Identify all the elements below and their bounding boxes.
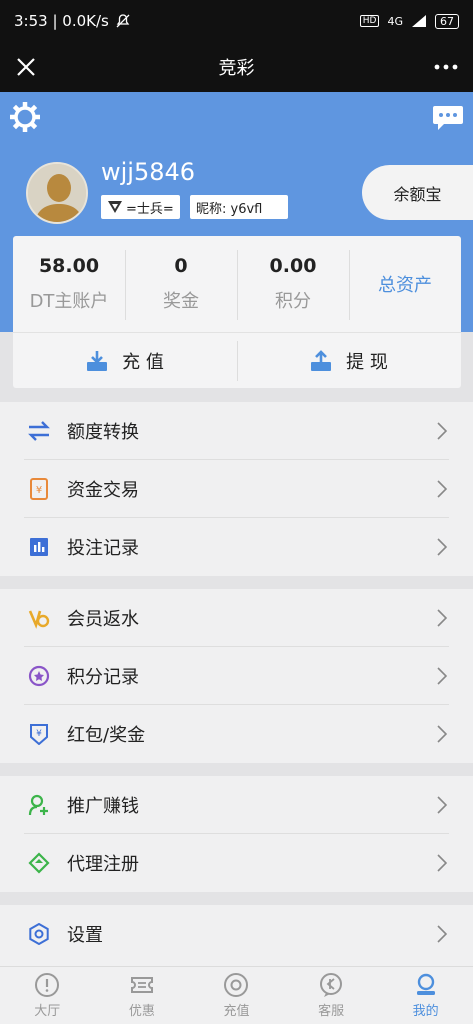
chevron-right-icon <box>437 422 447 440</box>
avatar[interactable] <box>26 162 88 224</box>
recharge-icon <box>224 973 249 997</box>
network-label: 4G <box>387 14 403 28</box>
tab-support[interactable]: 客服 <box>284 967 379 1024</box>
chevron-right-icon <box>437 609 447 627</box>
chevron-right-icon <box>437 480 447 498</box>
stat-value: 0.00 <box>269 254 317 277</box>
withdraw-label: 提 现 <box>346 351 388 373</box>
stat-label: 奖金 <box>163 290 199 312</box>
stat-main-account[interactable]: 58.00 DT主账户 <box>13 236 125 331</box>
status-bar: 3:53 | 0.0K/s HD 4G 67 <box>0 0 473 42</box>
chevron-right-icon <box>437 796 447 814</box>
withdraw-button[interactable]: 提 现 <box>237 333 461 388</box>
menu-item-agent-register[interactable]: 代理注册 <box>0 834 473 892</box>
funds-icon: ¥ <box>28 478 50 500</box>
menu-item-quota-transfer[interactable]: 额度转换 <box>0 402 473 460</box>
stat-value: 0 <box>174 254 188 277</box>
menu-label: 设置 <box>67 925 103 946</box>
menu-item-promote[interactable]: 推广赚钱 <box>0 776 473 834</box>
ticket-icon <box>130 977 153 993</box>
tab-lobby[interactable]: 大厅 <box>0 967 95 1024</box>
menu-label: 推广赚钱 <box>67 796 139 817</box>
title-bar: 竞彩 <box>0 42 473 92</box>
profile-icon <box>416 973 435 995</box>
close-icon[interactable] <box>12 53 40 81</box>
menu-group-rewards: 会员返水 积分记录 ¥ 红包/奖金 <box>0 589 473 763</box>
tab-label: 优惠 <box>128 1004 155 1019</box>
transfer-icon <box>28 420 50 442</box>
red-envelope-icon: ¥ <box>28 723 50 745</box>
tab-label: 充值 <box>223 1004 250 1019</box>
rank-badge: =士兵= <box>101 195 180 219</box>
nickname-badge: 昵称: y6vfl <box>190 195 288 219</box>
signal-icon <box>412 15 426 27</box>
menu-item-bet-record[interactable]: 投注记录 <box>0 518 473 576</box>
menu-item-settings[interactable]: 设置 <box>0 905 473 963</box>
menu-item-rebate[interactable]: 会员返水 <box>0 589 473 647</box>
menu-group-account: 额度转换 ¥ 资金交易 投注记录 <box>0 402 473 576</box>
total-assets-label: 总资产 <box>378 274 432 296</box>
message-icon[interactable] <box>432 104 464 132</box>
chevron-right-icon <box>437 725 447 743</box>
status-time: 3:53 | 0.0K/s <box>14 12 109 30</box>
agent-icon <box>28 852 50 874</box>
mute-icon <box>116 14 130 28</box>
chevron-right-icon <box>437 854 447 872</box>
hd-icon: HD <box>359 15 380 27</box>
svg-text:¥: ¥ <box>36 485 42 496</box>
menu-label: 会员返水 <box>67 609 139 630</box>
menu-label: 红包/奖金 <box>67 725 146 746</box>
menu-group-settings: 设置 <box>0 905 473 966</box>
deposit-icon <box>87 350 108 371</box>
stats-card: 58.00 DT主账户 0 奖金 0.00 积分 总资产 充 值 提 现 <box>13 236 461 388</box>
yeb-label: 余额宝 <box>393 184 442 204</box>
settings-icon <box>28 923 50 945</box>
menu-label: 资金交易 <box>67 480 139 501</box>
more-icon[interactable] <box>431 53 461 81</box>
menu-label: 积分记录 <box>67 667 139 688</box>
deposit-label: 充 值 <box>122 351 164 373</box>
stat-label: 积分 <box>275 290 311 312</box>
menu-label: 额度转换 <box>67 422 139 443</box>
chevron-right-icon <box>437 538 447 556</box>
page-title: 竞彩 <box>218 58 255 79</box>
rank-icon <box>108 201 122 213</box>
nickname-label: 昵称: y6vfl <box>196 201 263 217</box>
bottom-tab-bar: 大厅 优惠 充值 客服 我的 <box>0 966 473 1024</box>
username: wjj5846 <box>101 158 196 186</box>
menu-item-funds-transaction[interactable]: ¥ 资金交易 <box>0 460 473 518</box>
tab-mine[interactable]: 我的 <box>378 967 473 1024</box>
battery-indicator: 67 <box>435 13 459 29</box>
menu-label: 投注记录 <box>67 538 139 559</box>
bet-record-icon <box>28 536 50 558</box>
tab-label: 大厅 <box>34 1004 61 1019</box>
support-icon <box>320 973 343 997</box>
tab-offers[interactable]: 优惠 <box>95 967 190 1024</box>
menu-item-points-record[interactable]: 积分记录 <box>0 647 473 705</box>
total-assets-link[interactable]: 总资产 <box>349 236 461 331</box>
rebate-icon <box>28 607 50 629</box>
tab-recharge[interactable]: 充值 <box>189 967 284 1024</box>
rank-label: =士兵= <box>126 201 174 217</box>
gear-icon[interactable] <box>8 100 42 134</box>
svg-text:¥: ¥ <box>36 729 42 739</box>
stat-label: DT主账户 <box>29 290 109 312</box>
menu-label: 代理注册 <box>67 854 139 875</box>
tab-label: 我的 <box>412 1004 439 1019</box>
yeb-button[interactable]: 余额宝 <box>362 165 473 220</box>
menu-item-red-envelope[interactable]: ¥ 红包/奖金 <box>0 705 473 763</box>
stat-bonus[interactable]: 0 奖金 <box>125 236 237 331</box>
withdraw-icon <box>311 349 332 371</box>
lobby-icon <box>35 973 60 997</box>
deposit-button[interactable]: 充 值 <box>13 333 237 388</box>
tab-label: 客服 <box>318 1004 345 1019</box>
points-icon <box>28 665 50 687</box>
menu-group-promotion: 推广赚钱 代理注册 <box>0 776 473 892</box>
chevron-right-icon <box>437 925 447 943</box>
promote-icon <box>28 794 50 816</box>
stat-points[interactable]: 0.00 积分 <box>237 236 349 331</box>
stat-value: 58.00 <box>38 254 100 277</box>
chevron-right-icon <box>437 667 447 685</box>
